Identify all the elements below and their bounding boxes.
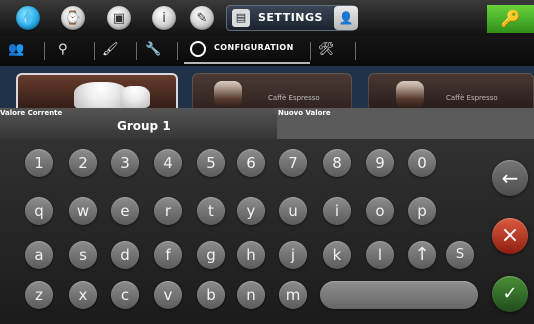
tool-user-icon[interactable]: 🛠 <box>318 40 335 60</box>
current-value-label: Valore Corrente <box>0 109 63 117</box>
screen-root: 💧 ⌚ ▣ i ✎ ▤ SETTINGS 👤 🔑 👥 ⚲ 🖌 🔧 CONFIGU… <box>0 0 534 324</box>
configuration-tab[interactable]: CONFIGURATION <box>184 38 310 64</box>
top-navigation-bar: 💧 ⌚ ▣ i ✎ ▤ SETTINGS 👤 🔑 <box>0 0 534 37</box>
new-value-label: Nuovo Valore <box>278 109 331 117</box>
key-v[interactable]: v <box>154 281 182 309</box>
drink-tile-label: Caffè Espresso <box>446 94 498 102</box>
cancel-button[interactable]: × <box>492 218 528 254</box>
key-8[interactable]: 8 <box>323 149 351 177</box>
key-4[interactable]: 4 <box>154 149 182 177</box>
key-r[interactable]: r <box>154 197 182 225</box>
key-b[interactable]: b <box>197 281 225 309</box>
drink-selection-strip: Caffè Espresso Caffè Espresso <box>0 66 534 114</box>
key-e[interactable]: e <box>111 197 139 225</box>
coffee-glass-image <box>396 81 424 111</box>
gear-icon <box>190 41 206 57</box>
space-bar[interactable] <box>320 281 478 309</box>
key-q[interactable]: q <box>25 197 53 225</box>
water-drop-icon[interactable]: 💧 <box>16 6 40 30</box>
special-key[interactable]: S <box>446 241 474 269</box>
key-f[interactable]: f <box>154 241 182 269</box>
key-i[interactable]: i <box>323 197 351 225</box>
key-s[interactable]: s <box>69 241 97 269</box>
key-icon[interactable]: 🔑 <box>487 5 534 33</box>
pencil-icon[interactable]: ✎ <box>190 6 214 30</box>
key-y[interactable]: y <box>237 197 265 225</box>
filter-icon[interactable]: ⚲ <box>58 40 68 60</box>
key-a[interactable]: a <box>25 241 53 269</box>
configuration-tool-bar: 👥 ⚲ 🖌 🔧 CONFIGURATION 🛠 <box>0 36 534 67</box>
book-icon[interactable]: ▣ <box>107 6 131 30</box>
key-2[interactable]: 2 <box>69 149 97 177</box>
coffee-glass-image <box>214 81 242 111</box>
brush-icon[interactable]: 🖌 <box>102 40 119 60</box>
key-w[interactable]: w <box>69 197 97 225</box>
configuration-label: CONFIGURATION <box>214 43 294 52</box>
divider <box>355 42 356 60</box>
key-5[interactable]: 5 <box>197 149 225 177</box>
key-t[interactable]: t <box>197 197 225 225</box>
key-7[interactable]: 7 <box>279 149 307 177</box>
key-d[interactable]: d <box>111 241 139 269</box>
key-o[interactable]: o <box>366 197 394 225</box>
people-icon[interactable]: 👥 <box>8 40 24 60</box>
key-z[interactable]: z <box>25 281 53 309</box>
current-value-text: Group 1 <box>117 119 171 133</box>
key-9[interactable]: 9 <box>366 149 394 177</box>
cup-stack-image <box>120 86 150 108</box>
divider <box>310 42 311 60</box>
shift-key[interactable]: ↑ <box>408 241 436 269</box>
divider <box>136 42 137 60</box>
key-1[interactable]: 1 <box>25 149 53 177</box>
value-bar: Valore Corrente Group 1 Nuovo Valore <box>0 108 534 139</box>
key-c[interactable]: c <box>111 281 139 309</box>
key-k[interactable]: k <box>323 241 351 269</box>
confirm-button[interactable]: ✓ <box>492 276 528 312</box>
drink-tile-label: Caffè Espresso <box>268 94 320 102</box>
key-l[interactable]: l <box>366 241 394 269</box>
key-p[interactable]: p <box>408 197 436 225</box>
key-3[interactable]: 3 <box>111 149 139 177</box>
key-h[interactable]: h <box>237 241 265 269</box>
settings-icon: ▤ <box>232 9 250 27</box>
key-g[interactable]: g <box>197 241 225 269</box>
key-u[interactable]: u <box>279 197 307 225</box>
divider <box>44 42 45 60</box>
key-0[interactable]: 0 <box>408 149 436 177</box>
key-m[interactable]: m <box>279 281 307 309</box>
user-icon[interactable]: 👤 <box>334 6 358 30</box>
clock-icon[interactable]: ⌚ <box>61 6 85 30</box>
key-6[interactable]: 6 <box>237 149 265 177</box>
settings-label: SETTINGS <box>258 11 323 24</box>
key-n[interactable]: n <box>237 281 265 309</box>
key-j[interactable]: j <box>279 241 307 269</box>
backspace-button[interactable]: ← <box>492 160 528 196</box>
info-icon[interactable]: i <box>152 6 176 30</box>
key-x[interactable]: x <box>69 281 97 309</box>
divider <box>177 42 178 60</box>
on-screen-keyboard: 1 2 3 4 5 6 7 8 9 0 q w e r t y u i o p … <box>0 139 534 324</box>
divider <box>94 42 95 60</box>
wrench-icon[interactable]: 🔧 <box>145 40 161 60</box>
